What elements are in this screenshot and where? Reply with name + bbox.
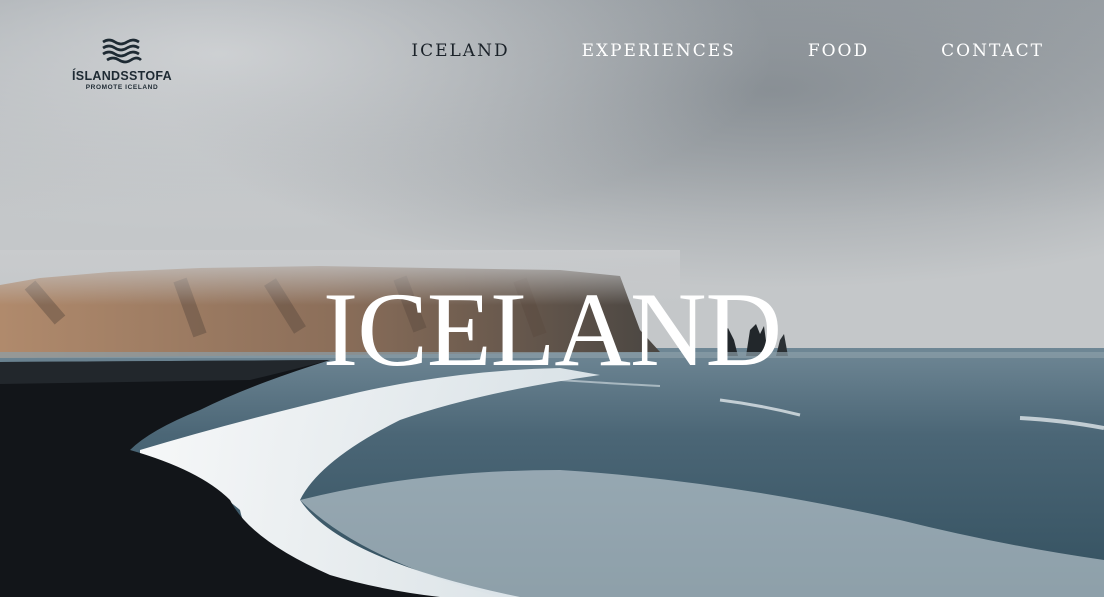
logo-tagline: PROMOTE ICELAND	[85, 84, 159, 91]
logo-brand-text: ÍSLANDSSTOFA	[72, 69, 172, 83]
main-navigation: ICELAND EXPERIENCES FOOD CONTACT	[411, 38, 1044, 64]
waves-icon	[102, 38, 142, 64]
nav-item-iceland[interactable]: ICELAND	[411, 38, 509, 64]
nav-item-contact[interactable]: CONTACT	[941, 38, 1044, 64]
hero-title: ICELAND	[322, 271, 782, 388]
hero-section: ÍSLANDSSTOFA PROMOTE ICELAND ICELAND EXP…	[0, 0, 1104, 597]
islandsstofa-logo[interactable]: ÍSLANDSSTOFA PROMOTE ICELAND	[72, 38, 172, 91]
nav-item-food[interactable]: FOOD	[808, 38, 869, 64]
nav-item-experiences[interactable]: EXPERIENCES	[582, 38, 736, 64]
